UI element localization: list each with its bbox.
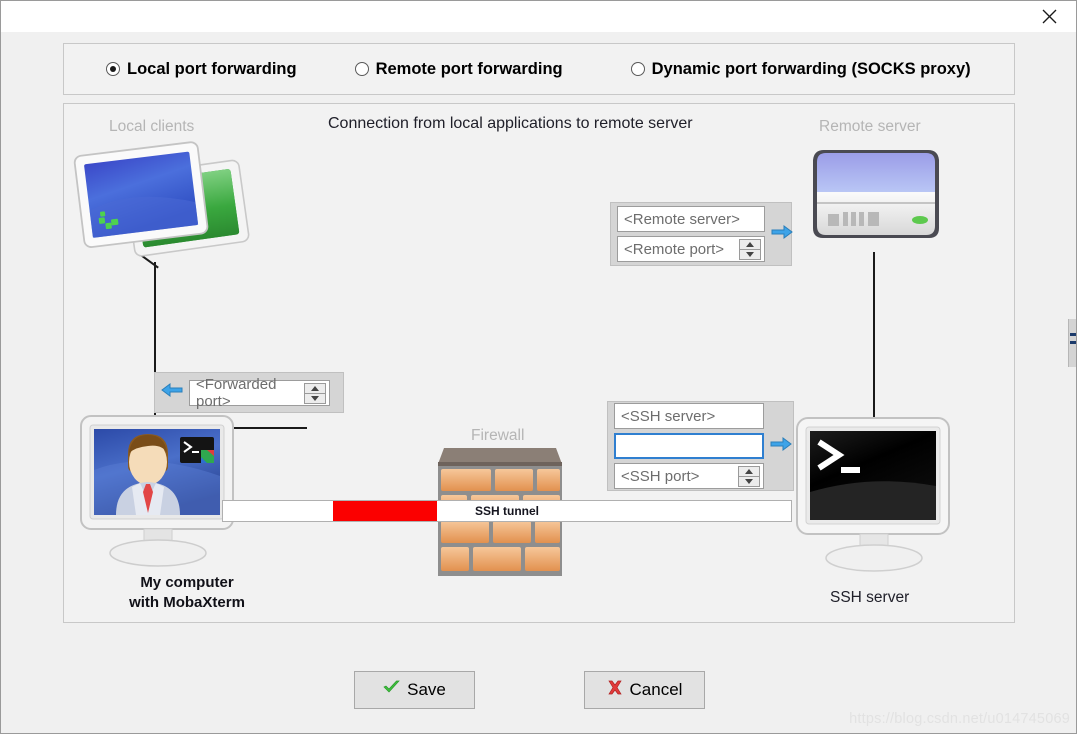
label-my-computer: My computer with MobaXterm [129,574,245,612]
ssh-port-input[interactable]: <SSH port> [614,463,764,489]
remote-server-icon [806,136,946,252]
ssh-tunnel-label: SSH tunnel [474,504,539,518]
ssh-server-icon [791,414,956,579]
radio-label: Local port forwarding [127,59,297,78]
label-ssh-server: SSH server [830,589,910,606]
label-remote-server: Remote server [819,118,921,135]
red-cross-icon [607,680,623,701]
forwarded-port-placeholder: <Forwarded port> [196,375,277,410]
diagram-title: Connection from local applications to re… [328,115,693,132]
topology-diagram: Connection from local applications to re… [63,103,1015,623]
remote-server-input[interactable]: <Remote server> [617,206,765,232]
green-check-icon [383,680,400,700]
arrow-left-icon[interactable] [161,382,183,403]
watermark: https://blog.csdn.net/u014745069 [849,711,1070,727]
ssh-server-input[interactable]: <SSH server> [614,403,764,429]
radio-dot-icon [106,62,120,76]
spinner-down-icon[interactable] [304,392,326,404]
radio-label: Remote port forwarding [375,59,563,78]
ssh-host-group: <SSH server> <SSH port> [607,401,794,491]
spinner-down-icon[interactable] [738,476,760,487]
forwarded-port-spinner[interactable] [304,382,326,404]
remote-port-placeholder: <Remote port> [624,240,725,258]
arrow-right-icon[interactable] [771,224,793,245]
port-forwarding-dialog: Local port forwarding Remote port forwar… [0,0,1077,734]
edge-artifact [1068,319,1076,367]
cancel-label: Cancel [629,680,683,699]
spinner-up-icon[interactable] [739,239,761,249]
remote-host-group: <Remote server> <Remote port> [610,202,793,266]
remote-port-spinner[interactable] [739,239,761,260]
close-icon[interactable] [1026,2,1072,31]
radio-dot-icon [354,62,369,76]
radio-label: Dynamic port forwarding (SOCKS proxy) [651,59,971,78]
cancel-button[interactable]: Cancel [584,671,705,709]
radio-local-port-forwarding[interactable]: Local port forwarding [106,60,297,79]
spinner-up-icon[interactable] [304,382,326,393]
ssh-tunnel-bar: SSH tunnel [222,500,792,522]
save-button[interactable]: Save [354,671,475,709]
local-clients-icon [72,134,250,264]
save-label: Save [407,680,446,699]
forwarded-port-input[interactable]: <Forwarded port> [189,376,330,410]
remote-server-placeholder: <Remote server> [624,210,740,228]
forwarding-mode-group: Local port forwarding Remote port forwar… [63,43,1015,95]
ssh-port-spinner[interactable] [738,466,760,487]
spinner-down-icon[interactable] [739,249,761,260]
spinner-up-icon[interactable] [738,466,760,476]
ssh-server-placeholder: <SSH server> [621,407,716,425]
radio-remote-port-forwarding[interactable]: Remote port forwarding [354,59,563,79]
forwarded-port-group: <Forwarded port> [154,372,344,413]
remote-port-input[interactable]: <Remote port> [617,236,765,262]
title-bar [1,1,1076,32]
ssh-port-placeholder: <SSH port> [621,467,700,485]
ssh-user-input[interactable] [614,433,764,459]
my-computer-icon [76,410,241,570]
radio-dynamic-port-forwarding[interactable]: Dynamic port forwarding (SOCKS proxy) [630,59,971,79]
radio-dot-icon [630,62,645,76]
arrow-right-icon[interactable] [770,436,792,457]
label-firewall: Firewall [471,427,525,444]
